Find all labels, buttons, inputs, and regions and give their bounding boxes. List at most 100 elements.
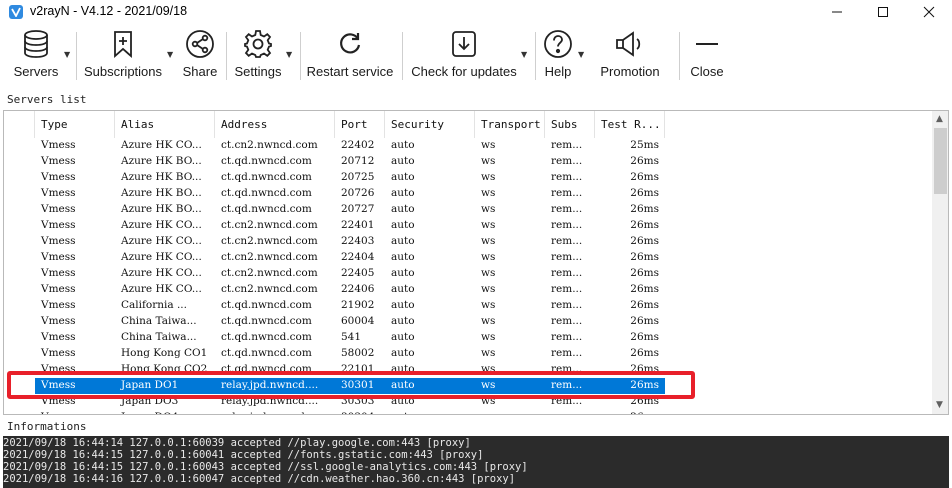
column-header-alias[interactable]: Alias bbox=[115, 111, 215, 138]
log-line: 2021/09/18 16:44:16 127.0.0.1:60047 acce… bbox=[3, 473, 516, 485]
address-cell: ct.qd.nwncd.com bbox=[221, 203, 312, 215]
alias-cell: Azure HK CO... bbox=[121, 219, 202, 231]
port-cell: 22404 bbox=[341, 251, 375, 263]
row-checkbox bbox=[4, 170, 35, 186]
help-label: Help bbox=[544, 64, 572, 79]
alias-cell: Azure HK BO... bbox=[121, 171, 202, 183]
servers-dropdown-icon[interactable]: ▼ bbox=[64, 50, 70, 59]
bookmark-add-icon bbox=[112, 28, 134, 60]
server-row[interactable]: Vmess California ... ct.qd.nwncd.com 21902 a… bbox=[4, 298, 665, 314]
promotion-button[interactable]: Promotion bbox=[596, 28, 664, 84]
maximize-button[interactable] bbox=[860, 0, 906, 24]
server-row[interactable]: Vmess Azure HK BO... ct.qd.nwncd.com 20712 a… bbox=[4, 154, 665, 170]
close-button[interactable]: Close bbox=[686, 28, 728, 84]
subs-cell: rem... bbox=[551, 331, 583, 343]
check-for-updates-label: Check for updates bbox=[411, 64, 517, 79]
scrollbar-thumb[interactable] bbox=[934, 128, 947, 194]
settings-button[interactable]: Settings bbox=[232, 28, 284, 84]
row-checkbox bbox=[4, 266, 35, 282]
transport-cell: ws bbox=[481, 331, 496, 343]
column-header-test-result[interactable]: Test R... bbox=[595, 111, 665, 138]
close-label: Close bbox=[690, 64, 724, 79]
settings-dropdown-icon[interactable]: ▼ bbox=[286, 50, 292, 59]
column-header-type[interactable]: Type bbox=[35, 111, 115, 138]
row-checkbox bbox=[4, 138, 35, 154]
toolbar-separator bbox=[226, 32, 227, 80]
type-cell: Vmess bbox=[41, 171, 76, 183]
help-dropdown-icon[interactable]: ▼ bbox=[578, 50, 584, 59]
column-header-transport[interactable]: Transport bbox=[475, 111, 545, 138]
alias-cell: Azure HK CO... bbox=[121, 283, 202, 295]
subs-cell: rem... bbox=[551, 267, 583, 279]
security-cell: auto bbox=[391, 187, 415, 199]
alias-cell: California ... bbox=[121, 299, 187, 311]
transport-cell: ws bbox=[481, 283, 496, 295]
security-cell: auto bbox=[391, 203, 415, 215]
check-for-updates-button[interactable]: Check for updates bbox=[408, 28, 520, 84]
toolbar-separator bbox=[76, 32, 77, 80]
server-row[interactable]: Vmess Hong Kong CO1 ct.qd.nwncd.com 58002 au… bbox=[4, 346, 665, 362]
transport-cell: ws bbox=[475, 410, 545, 414]
toolbar-separator bbox=[679, 32, 680, 80]
type-cell: Vmess bbox=[41, 299, 76, 311]
settings-label: Settings bbox=[234, 64, 282, 79]
alias-cell: China Taiwa... bbox=[121, 331, 197, 343]
server-row[interactable]: VmessJapan DO4relay.jpd.nwncd....30304au… bbox=[4, 410, 665, 414]
server-row[interactable]: Vmess Azure HK BO... ct.qd.nwncd.com 20725 a… bbox=[4, 170, 665, 186]
restart-service-button[interactable]: Restart service bbox=[305, 28, 395, 84]
address-cell: relay.jpd.nwncd.... bbox=[215, 410, 335, 414]
column-header-address[interactable]: Address bbox=[215, 111, 335, 138]
test-result-cell: 26ms bbox=[630, 235, 659, 247]
servers-button[interactable]: Servers bbox=[10, 28, 62, 84]
transport-cell: ws bbox=[481, 171, 496, 183]
server-row[interactable]: Vmess Azure HK BO... ct.qd.nwncd.com 20727 a… bbox=[4, 202, 665, 218]
subscriptions-dropdown-icon[interactable]: ▼ bbox=[167, 50, 173, 59]
informations-label: Informations bbox=[7, 420, 87, 433]
server-row[interactable]: Vmess Azure HK CO... ct.cn2.nwncd.com 22403… bbox=[4, 234, 665, 250]
help-button[interactable]: Help bbox=[540, 28, 576, 84]
share-label: Share bbox=[182, 64, 218, 79]
restart-icon bbox=[338, 28, 362, 60]
scroll-up-icon[interactable]: ▲ bbox=[936, 114, 943, 124]
address-cell: ct.cn2.nwncd.com bbox=[221, 267, 318, 279]
subscriptions-label: Subscriptions bbox=[83, 64, 163, 79]
megaphone-icon bbox=[614, 28, 646, 60]
server-row[interactable]: Vmess China Taiwa... ct.qd.nwncd.com 541 aut… bbox=[4, 330, 665, 346]
servers-list[interactable]: Type Alias Address Port Security Transpo… bbox=[3, 110, 949, 415]
alias-cell: Hong Kong CO1 bbox=[121, 347, 208, 359]
address-cell: ct.qd.nwncd.com bbox=[221, 331, 312, 343]
subs-cell: rem... bbox=[551, 219, 583, 231]
server-row[interactable]: Vmess Azure HK BO... ct.qd.nwncd.com 20726 a… bbox=[4, 186, 665, 202]
minimize-button[interactable] bbox=[814, 0, 860, 24]
address-cell: ct.cn2.nwncd.com bbox=[221, 283, 318, 295]
server-row[interactable]: Vmess China Taiwa... ct.qd.nwncd.com 60004 a… bbox=[4, 314, 665, 330]
column-header-port[interactable]: Port bbox=[335, 111, 385, 138]
port-cell: 541 bbox=[341, 331, 362, 343]
transport-cell: ws bbox=[481, 203, 496, 215]
close-window-button[interactable] bbox=[906, 0, 952, 24]
updates-dropdown-icon[interactable]: ▼ bbox=[521, 50, 527, 59]
type-cell: Vmess bbox=[41, 267, 76, 279]
log-line: 2021/09/18 16:44:15 127.0.0.1:60043 acce… bbox=[3, 461, 528, 473]
column-header-security[interactable]: Security bbox=[385, 111, 475, 138]
scroll-down-icon[interactable]: ▼ bbox=[936, 400, 943, 410]
server-row[interactable]: Vmess Azure HK CO... ct.cn2.nwncd.com 22406… bbox=[4, 282, 665, 298]
port-cell: 20727 bbox=[341, 203, 375, 215]
server-row[interactable]: Vmess Azure HK CO... ct.cn2.nwncd.com 22401… bbox=[4, 218, 665, 234]
vertical-scrollbar[interactable]: ▲ ▼ bbox=[932, 111, 948, 414]
address-cell: ct.cn2.nwncd.com bbox=[221, 251, 318, 263]
alias-cell: Azure HK CO... bbox=[121, 267, 202, 279]
server-row[interactable]: Vmess Azure HK CO... ct.cn2.nwncd.com 22402… bbox=[4, 138, 665, 154]
security-cell: auto bbox=[391, 283, 415, 295]
share-button[interactable]: Share bbox=[180, 28, 220, 84]
transport-cell: ws bbox=[481, 219, 496, 231]
column-header-subs[interactable]: Subs bbox=[545, 111, 595, 138]
column-header[interactable] bbox=[4, 111, 35, 138]
port-cell: 20725 bbox=[341, 171, 375, 183]
port-cell: 22401 bbox=[341, 219, 375, 231]
server-row[interactable]: Vmess Azure HK CO... ct.cn2.nwncd.com 22405… bbox=[4, 266, 665, 282]
subs-cell: rem... bbox=[551, 251, 583, 263]
server-row[interactable]: Vmess Azure HK CO... ct.cn2.nwncd.com 22404… bbox=[4, 250, 665, 266]
subscriptions-button[interactable]: Subscriptions bbox=[82, 28, 164, 84]
port-cell: 60004 bbox=[341, 315, 375, 327]
